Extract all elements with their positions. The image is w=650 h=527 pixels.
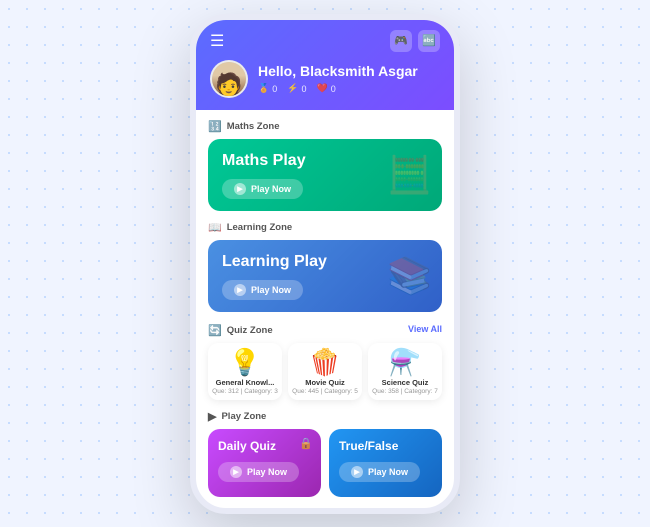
learning-icon: 📖: [208, 221, 222, 234]
daily-quiz-title: Daily Quiz: [218, 439, 311, 453]
user-row: 🧑 Hello, Blacksmith Asgar 🏅 0 ⚡ 0 ❤️: [210, 60, 440, 98]
truefalse-card[interactable]: True/False ▶ Play Now: [329, 429, 442, 497]
user-stats: 🏅 0 ⚡ 0 ❤️ 0: [258, 83, 418, 94]
general-quiz-sub: Que: 312 | Category: 3: [212, 388, 278, 395]
maths-card-decoration: 🧮: [387, 154, 432, 196]
maths-play-icon: ▶: [234, 183, 246, 195]
truefalse-play-icon: ▶: [351, 466, 363, 478]
lock-icon: 🔒: [299, 437, 313, 450]
learning-play-button[interactable]: ▶ Play Now: [222, 280, 303, 300]
movie-quiz-icon: 🍿: [309, 349, 341, 375]
quiz-zone-header: 🔄 Quiz Zone View All: [208, 322, 442, 337]
header: ☰ 🎮 🔤 🧑 Hello, Blacksmith Asgar 🏅 0: [196, 20, 454, 110]
phone-frame: ☰ 🎮 🔤 🧑 Hello, Blacksmith Asgar 🏅 0: [190, 14, 460, 514]
play-zone-icon: ▶: [208, 410, 216, 423]
science-quiz-icon: ⚗️: [389, 349, 421, 375]
truefalse-play-button[interactable]: ▶ Play Now: [339, 462, 420, 482]
translate-icon[interactable]: 🔤: [418, 30, 440, 52]
quiz-zone-label: 🔄 Quiz Zone: [208, 324, 273, 337]
maths-play-button[interactable]: ▶ Play Now: [222, 179, 303, 199]
stat-lightning: ⚡ 0: [287, 83, 306, 94]
maths-card[interactable]: Maths Play ▶ Play Now 🧮: [208, 139, 442, 211]
general-quiz-icon: 💡: [229, 349, 261, 375]
science-quiz-name: Science Quiz: [382, 378, 429, 387]
avatar: 🧑: [210, 60, 248, 98]
learning-play-icon: ▶: [234, 284, 246, 296]
stat-heart: ❤️ 0: [316, 83, 335, 94]
main-content: 🔢 Maths Zone Maths Play ▶ Play Now 🧮 📖 L…: [196, 110, 454, 508]
movie-quiz-sub: Que: 445 | Category: 5: [292, 388, 358, 395]
quiz-item-science[interactable]: ⚗️ Science Quiz Que: 358 | Category: 7: [368, 343, 442, 400]
movie-quiz-name: Movie Quiz: [305, 378, 345, 387]
daily-quiz-card[interactable]: 🔒 Daily Quiz ▶ Play Now: [208, 429, 321, 497]
general-quiz-name: General Knowl...: [216, 378, 275, 387]
header-icon-group: 🎮 🔤: [390, 30, 440, 52]
learning-card[interactable]: Learning Play ▶ Play Now 📚: [208, 240, 442, 312]
learning-zone-label: 📖 Learning Zone: [208, 221, 442, 234]
quiz-item-general[interactable]: 💡 General Knowl... Que: 312 | Category: …: [208, 343, 282, 400]
quiz-items-list: 💡 General Knowl... Que: 312 | Category: …: [208, 343, 442, 400]
learning-card-decoration: 📚: [387, 255, 432, 297]
quiz-icon: 🔄: [208, 324, 222, 337]
daily-play-icon: ▶: [230, 466, 242, 478]
play-zone-cards: 🔒 Daily Quiz ▶ Play Now True/False ▶ Pla…: [208, 429, 442, 497]
play-zone-label: ▶ Play Zone: [208, 410, 442, 423]
maths-zone-label: 🔢 Maths Zone: [208, 120, 442, 133]
heart-icon: ❤️: [316, 83, 327, 94]
stat-medal: 🏅 0: [258, 83, 277, 94]
maths-icon: 🔢: [208, 120, 222, 133]
truefalse-title: True/False: [339, 439, 432, 453]
daily-play-button[interactable]: ▶ Play Now: [218, 462, 299, 482]
hamburger-menu[interactable]: ☰: [210, 31, 224, 51]
quiz-item-movie[interactable]: 🍿 Movie Quiz Que: 445 | Category: 5: [288, 343, 362, 400]
lightning-icon: ⚡: [287, 83, 298, 94]
view-all-button[interactable]: View All: [408, 324, 442, 334]
medal-icon: 🏅: [258, 83, 269, 94]
user-greeting: Hello, Blacksmith Asgar: [258, 63, 418, 79]
science-quiz-sub: Que: 358 | Category: 7: [372, 388, 438, 395]
game-icon[interactable]: 🎮: [390, 30, 412, 52]
